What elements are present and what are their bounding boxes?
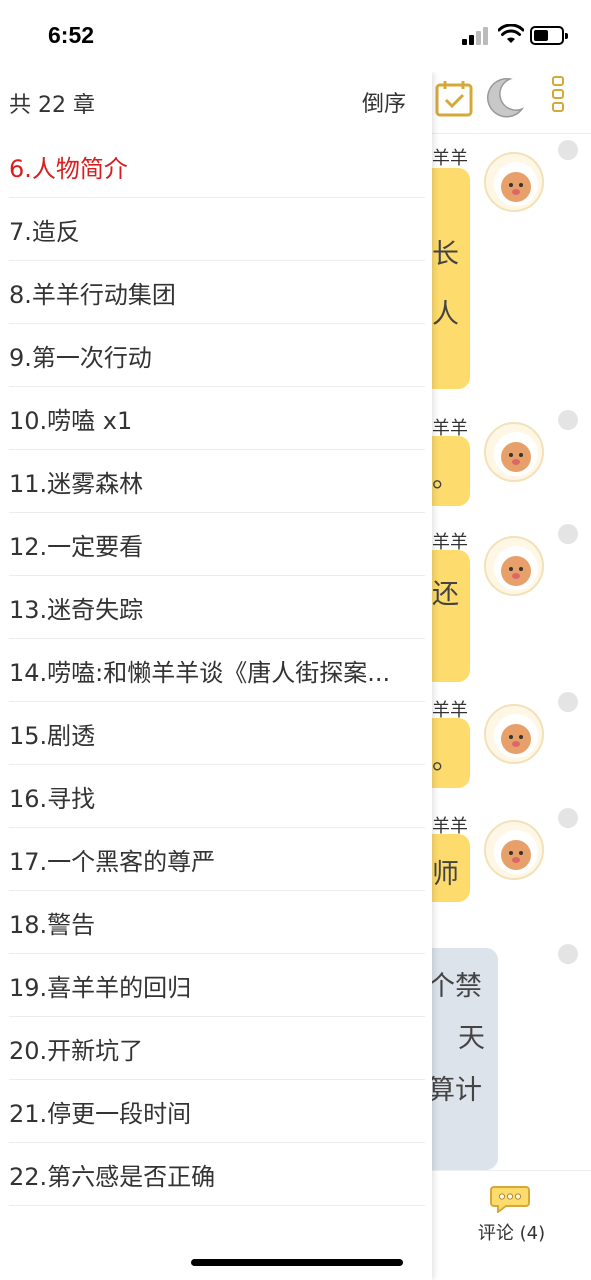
chapter-item[interactable]: 8.羊羊行动集团 [9,261,425,324]
comment-icon[interactable] [490,1183,530,1213]
message-text: 人 [432,299,459,330]
chapter-title: 17.一个黑客的尊严 [9,847,216,876]
chapter-title: 6.人物简介 [9,154,128,183]
chapter-item[interactable]: 10.唠嗑 x1 [9,387,425,450]
select-dot[interactable] [558,944,578,964]
chapter-item[interactable]: 19.喜羊羊的回归 [9,954,425,1017]
chapter-title: 12.一定要看 [9,532,144,561]
chapter-item[interactable]: 6.人物简介 [9,135,425,198]
chapter-item[interactable]: 11.迷雾森林 [9,450,425,513]
select-dot[interactable] [558,808,578,828]
chapter-item[interactable]: 20.开新坑了 [9,1017,425,1080]
message-text: 。 [432,463,459,494]
home-indicator[interactable] [191,1259,403,1266]
chapter-item[interactable]: 12.一定要看 [9,513,425,576]
chat-toolbar [432,72,591,134]
message-text: 长 [432,239,459,270]
battery-icon [530,26,568,45]
chapter-title: 11.迷雾森林 [9,469,144,498]
chapter-item[interactable]: 16.寻找 [9,765,425,828]
chapter-drawer: 共 22 章 倒序 6.人物简介 7.造反 8.羊羊行动集团 9.第一次行动 10.唠嗑… [0,72,432,1280]
calendar-icon[interactable] [434,78,474,118]
chapter-item[interactable]: 21.停更一段时间 [9,1080,425,1143]
chapter-count: 共 22 章 [9,93,95,118]
message-text: 算计 [428,1075,482,1106]
message-text: 个禁 [428,971,482,1002]
chapter-title: 22.第六感是否正确 [9,1162,216,1191]
chapter-title: 18.警告 [9,910,96,939]
chapter-item[interactable]: 17.一个黑客的尊严 [9,828,425,891]
chapter-item[interactable]: 22.第六感是否正确 [9,1143,425,1206]
avatar[interactable] [484,152,544,212]
chapter-item[interactable]: 15.剧透 [9,702,425,765]
select-dot[interactable] [558,140,578,160]
reverse-order-button[interactable]: 倒序 [362,86,406,118]
avatar[interactable] [484,704,544,764]
chapter-title: 8.羊羊行动集团 [9,280,176,309]
chapter-title: 10.唠嗑 x1 [9,406,133,435]
message-text: 天 [458,1023,485,1054]
cellular-signal-icon [462,27,492,45]
wifi-icon [498,24,524,43]
chapter-title: 20.开新坑了 [9,1036,144,1065]
avatar[interactable] [484,820,544,880]
chapter-item[interactable]: 18.警告 [9,891,425,954]
message-sender: 羊羊 [432,148,468,169]
chapter-title: 21.停更一段时间 [9,1099,192,1128]
night-mode-moon-icon[interactable] [484,76,524,118]
chapter-item[interactable]: 9.第一次行动 [9,324,425,387]
chapter-item[interactable]: 14.唠嗑:和懒羊羊谈《唐人街探案... [9,639,425,702]
chapter-item[interactable]: 13.迷奇失踪 [9,576,425,639]
chat-view: 羊羊 长 人 羊羊 。 羊羊 还 羊羊 。 羊羊 师 个禁 天 算计 评论 (4… [412,72,591,1280]
chapter-item[interactable]: 7.造反 [9,198,425,261]
message-text: 还 [432,579,459,610]
comment-label: 评论 (4) [477,1223,546,1244]
status-time: 6:52 [48,22,95,48]
chapter-title: 7.造反 [9,217,80,246]
select-dot[interactable] [558,524,578,544]
avatar[interactable] [484,536,544,596]
chapter-title: 16.寻找 [9,784,96,813]
status-bar: 6:52 [0,0,591,72]
message-text: 师 [432,859,459,890]
avatar[interactable] [484,422,544,482]
chapter-title: 9.第一次行动 [9,343,152,372]
chapter-list: 6.人物简介 7.造反 8.羊羊行动集团 9.第一次行动 10.唠嗑 x1 11.迷雾森林… [0,135,432,1206]
comment-bar[interactable]: 评论 (4) [432,1170,591,1280]
chapter-title: 14.唠嗑:和懒羊羊谈《唐人街探案... [9,658,391,687]
select-dot[interactable] [558,410,578,430]
select-dot[interactable] [558,692,578,712]
chapter-title: 19.喜羊羊的回归 [9,973,192,1002]
message-text: 。 [432,745,459,776]
more-menu-icon[interactable] [550,76,566,118]
chapter-title: 13.迷奇失踪 [9,595,144,624]
drawer-header: 共 22 章 倒序 [0,72,432,134]
chapter-title: 15.剧透 [9,721,96,750]
